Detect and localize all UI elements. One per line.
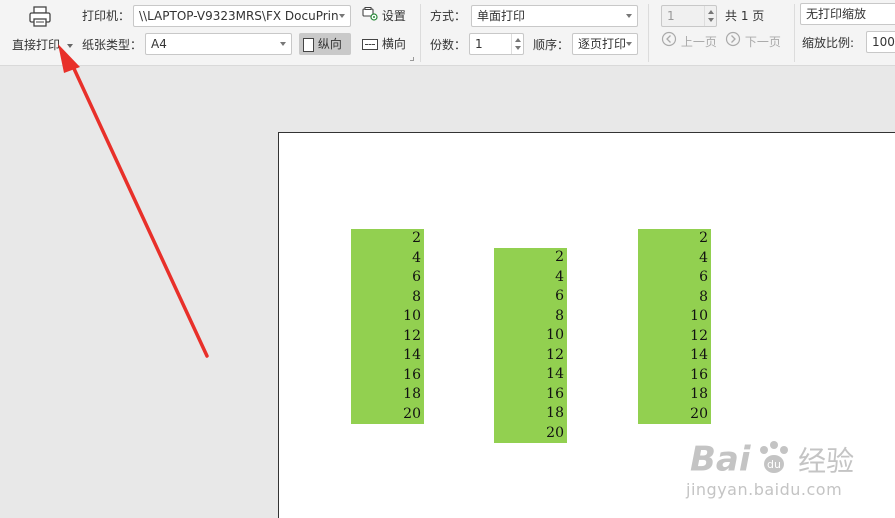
annotation-arrow [58,44,209,358]
